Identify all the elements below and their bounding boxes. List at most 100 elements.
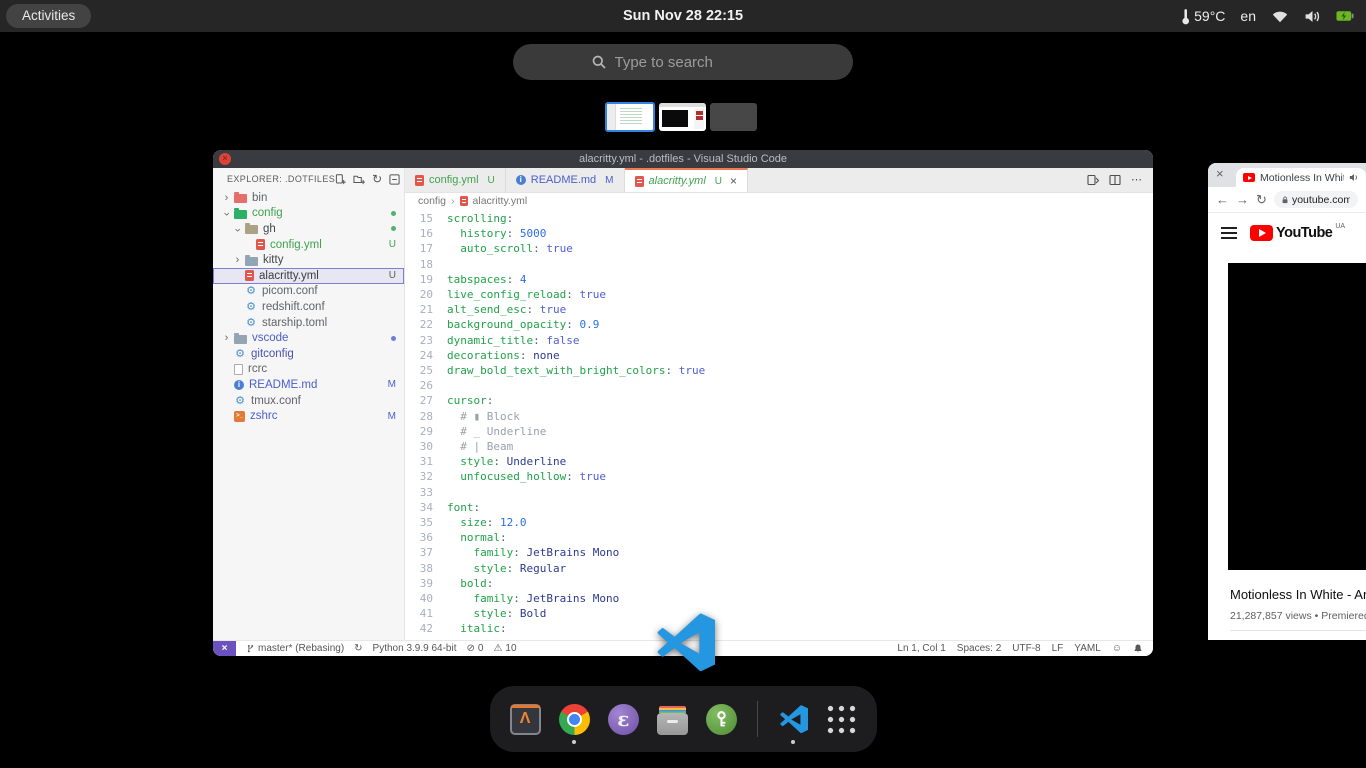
address-bar[interactable]: youtube.com/wa: [1274, 191, 1358, 208]
status-error[interactable]: ⊘0: [467, 643, 484, 654]
youtube-logo[interactable]: YouTube UA: [1250, 225, 1345, 241]
vscode-app-icon[interactable]: [651, 611, 715, 675]
code-line-16[interactable]: 16 history: 5000: [405, 226, 1153, 241]
code-line-30[interactable]: 30 # | Beam: [405, 439, 1153, 454]
status-text[interactable]: Spaces: 2: [957, 643, 1001, 654]
code-line-25[interactable]: 25draw_bold_text_with_bright_colors: tru…: [405, 363, 1153, 378]
file-row-gh[interactable]: ›gh: [213, 221, 404, 237]
status-text[interactable]: Python 3.9.9 64-bit: [373, 643, 457, 654]
code-line-29[interactable]: 29 # _ Underline: [405, 424, 1153, 439]
new-file-icon[interactable]: [335, 174, 346, 185]
tab-audio-icon[interactable]: [1349, 173, 1359, 182]
code-line-33[interactable]: 33: [405, 485, 1153, 500]
code-line-35[interactable]: 35 size: 12.0: [405, 515, 1153, 530]
workspace-thumbnail-active[interactable]: [605, 102, 655, 132]
file-row-starship.toml[interactable]: starship.toml: [213, 315, 404, 331]
vscode-window[interactable]: × alacritty.yml - .dotfiles - Visual Stu…: [213, 150, 1153, 656]
workspace-thumbnail-empty[interactable]: [710, 103, 757, 131]
code-line-39[interactable]: 39 bold:: [405, 576, 1153, 591]
code-line-34[interactable]: 34font:: [405, 500, 1153, 515]
dock-icon-appgrid[interactable]: [823, 691, 861, 747]
clock[interactable]: Sun Nov 28 22:15: [0, 0, 1366, 32]
code-line-27[interactable]: 27cursor:: [405, 393, 1153, 408]
status-branch[interactable]: master* (Rebasing): [246, 643, 344, 654]
status-text[interactable]: YAML: [1074, 643, 1101, 654]
file-row-gitconfig[interactable]: gitconfig: [213, 346, 404, 362]
code-line-24[interactable]: 24decorations: none: [405, 348, 1153, 363]
more-actions-icon[interactable]: ⋯: [1131, 176, 1143, 184]
code-line-36[interactable]: 36 normal:: [405, 530, 1153, 545]
keyboard-layout-indicator[interactable]: en: [1240, 8, 1256, 24]
file-row-picom.conf[interactable]: picom.conf: [213, 284, 404, 300]
file-row-bin[interactable]: ›bin: [213, 190, 404, 206]
system-tray[interactable]: 59°C en: [1181, 0, 1354, 32]
vscode-titlebar[interactable]: × alacritty.yml - .dotfiles - Visual Stu…: [213, 150, 1153, 168]
reload-button[interactable]: ↻: [1256, 193, 1267, 206]
status-warn[interactable]: ⚠10: [493, 643, 516, 654]
code-line-41[interactable]: 41 style: Bold: [405, 606, 1153, 621]
dock-icon-emacs[interactable]: [604, 691, 642, 747]
file-row-config.yml[interactable]: config.ymlU: [213, 237, 404, 253]
file-row-rcrc[interactable]: rcrc: [213, 362, 404, 378]
file-row-config[interactable]: ›config: [213, 206, 404, 222]
code-line-17[interactable]: 17 auto_scroll: true: [405, 241, 1153, 256]
code-line-38[interactable]: 38 style: Regular: [405, 561, 1153, 576]
breadcrumb[interactable]: config › alacritty.yml: [405, 193, 1153, 209]
status-bell[interactable]: [1133, 643, 1143, 654]
workspace-thumbnail-2[interactable]: [659, 103, 706, 131]
tab-README.md[interactable]: README.mdM: [506, 168, 625, 192]
dock-icon-keepass[interactable]: [703, 691, 741, 747]
code-line-23[interactable]: 23dynamic_title: false: [405, 333, 1153, 348]
code-line-21[interactable]: 21alt_send_esc: true: [405, 302, 1153, 317]
code-area[interactable]: 15scrolling:16 history: 500017 auto_scro…: [405, 209, 1153, 640]
status-feedback[interactable]: ☺: [1112, 643, 1122, 654]
code-line-19[interactable]: 19tabspaces: 4: [405, 272, 1153, 287]
file-row-vscode[interactable]: ›vscode: [213, 330, 404, 346]
new-folder-icon[interactable]: [353, 174, 365, 185]
dock-icon-files[interactable]: [653, 691, 691, 747]
code-line-22[interactable]: 22background_opacity: 0.9: [405, 317, 1153, 332]
file-row-tmux.conf[interactable]: tmux.conf: [213, 393, 404, 409]
menu-icon[interactable]: [1221, 227, 1237, 239]
status-text[interactable]: LF: [1052, 643, 1064, 654]
dock-icon-vscode[interactable]: [774, 691, 812, 747]
refresh-icon[interactable]: ↻: [372, 172, 382, 186]
code-line-32[interactable]: 32 unfocused_hollow: true: [405, 469, 1153, 484]
code-line-20[interactable]: 20live_config_reload: true: [405, 287, 1153, 302]
browser-tab[interactable]: Motionless In White - A: [1236, 168, 1366, 187]
code-line-42[interactable]: 42 italic:: [405, 621, 1153, 636]
code-line-26[interactable]: 26: [405, 378, 1153, 393]
status-remote[interactable]: ×: [213, 641, 236, 657]
code-line-31[interactable]: 31 style: Underline: [405, 454, 1153, 469]
code-line-40[interactable]: 40 family: JetBrains Mono: [405, 591, 1153, 606]
window-close-button[interactable]: ×: [1216, 166, 1224, 181]
file-row-README.md[interactable]: README.mdM: [213, 377, 404, 393]
collapse-folders-icon[interactable]: [389, 174, 400, 185]
breadcrumb-file[interactable]: alacritty.yml: [473, 195, 528, 207]
close-tab-icon[interactable]: ×: [730, 174, 737, 188]
code-line-28[interactable]: 28 # ▮ Block: [405, 409, 1153, 424]
file-row-zshrc[interactable]: zshrcM: [213, 408, 404, 424]
split-editor-icon[interactable]: [1109, 174, 1121, 186]
breadcrumb-folder[interactable]: config: [418, 195, 446, 207]
search-bar[interactable]: [513, 44, 853, 80]
chrome-window[interactable]: × Motionless In White - A ← → ↻ youtube.…: [1208, 163, 1366, 640]
dock-icon-alacritty[interactable]: [506, 691, 544, 747]
video-player[interactable]: [1228, 263, 1366, 570]
status-sync[interactable]: ↻: [354, 643, 362, 654]
tab-alacritty.yml[interactable]: alacritty.ymlU×: [625, 168, 749, 192]
code-line-37[interactable]: 37 family: JetBrains Mono: [405, 545, 1153, 560]
code-line-15[interactable]: 15scrolling:: [405, 211, 1153, 226]
file-row-redshift.conf[interactable]: redshift.conf: [213, 299, 404, 315]
file-row-alacritty.yml[interactable]: alacritty.ymlU: [213, 268, 404, 284]
dock-icon-chrome[interactable]: [555, 691, 593, 747]
forward-button[interactable]: →: [1236, 193, 1249, 206]
open-changes-icon[interactable]: [1087, 174, 1099, 186]
tab-config.yml[interactable]: config.ymlU: [405, 168, 506, 192]
status-text[interactable]: UTF-8: [1012, 643, 1040, 654]
window-close-button[interactable]: ×: [219, 153, 231, 165]
code-line-18[interactable]: 18: [405, 257, 1153, 272]
back-button[interactable]: ←: [1216, 193, 1229, 206]
search-input[interactable]: [615, 54, 775, 71]
status-text[interactable]: Ln 1, Col 1: [897, 643, 945, 654]
